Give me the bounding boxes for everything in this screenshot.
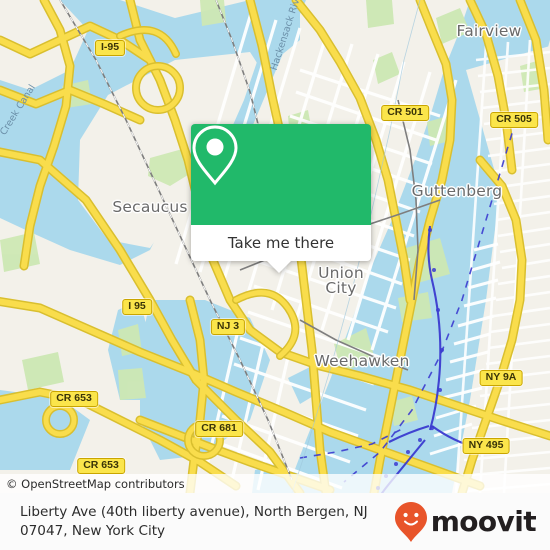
map-shield-cr501[interactable]: CR 501 [381, 105, 429, 121]
moovit-pin-smiley-icon [394, 501, 427, 542]
moovit-logo[interactable]: moovit [394, 501, 550, 543]
address-line-2: 07047, New York City [20, 522, 166, 539]
map-shield-ny9a[interactable]: NY 9A [479, 370, 523, 386]
moovit-wordmark: moovit [430, 504, 537, 538]
map-pin-icon [192, 125, 238, 186]
map-attribution: © OpenStreetMap contributors [0, 474, 550, 493]
map-shield-cr653-west[interactable]: CR 653 [50, 391, 98, 407]
address-line-1: Liberty Ave (40th liberty avenue), North… [20, 503, 368, 520]
map-attribution-text: © OpenStreetMap contributors [6, 476, 185, 491]
map-shield-cr681[interactable]: CR 681 [195, 421, 243, 437]
callout-header [191, 124, 371, 225]
address-text: Liberty Ave (40th liberty avenue), North… [0, 503, 394, 541]
map-canvas[interactable]: Secaucus Fairview Guttenberg Union City … [0, 0, 550, 493]
map-shield-nj3[interactable]: NJ 3 [210, 319, 246, 335]
location-callout[interactable]: Take me there [191, 124, 371, 273]
map-shield-cr505[interactable]: CR 505 [490, 112, 538, 128]
map-shield-i95-north[interactable]: I-95 [94, 40, 126, 56]
map-shield-i95-south[interactable]: I 95 [122, 299, 152, 315]
moovit-location-card: Secaucus Fairview Guttenberg Union City … [0, 0, 550, 550]
map-shield-cr653-south[interactable]: CR 653 [77, 458, 125, 474]
footer-bar: Liberty Ave (40th liberty avenue), North… [0, 493, 550, 550]
callout-tail [266, 260, 292, 273]
take-me-there-button[interactable]: Take me there [191, 225, 371, 261]
take-me-there-label: Take me there [227, 234, 335, 252]
map-shield-ny495[interactable]: NY 495 [462, 438, 510, 454]
